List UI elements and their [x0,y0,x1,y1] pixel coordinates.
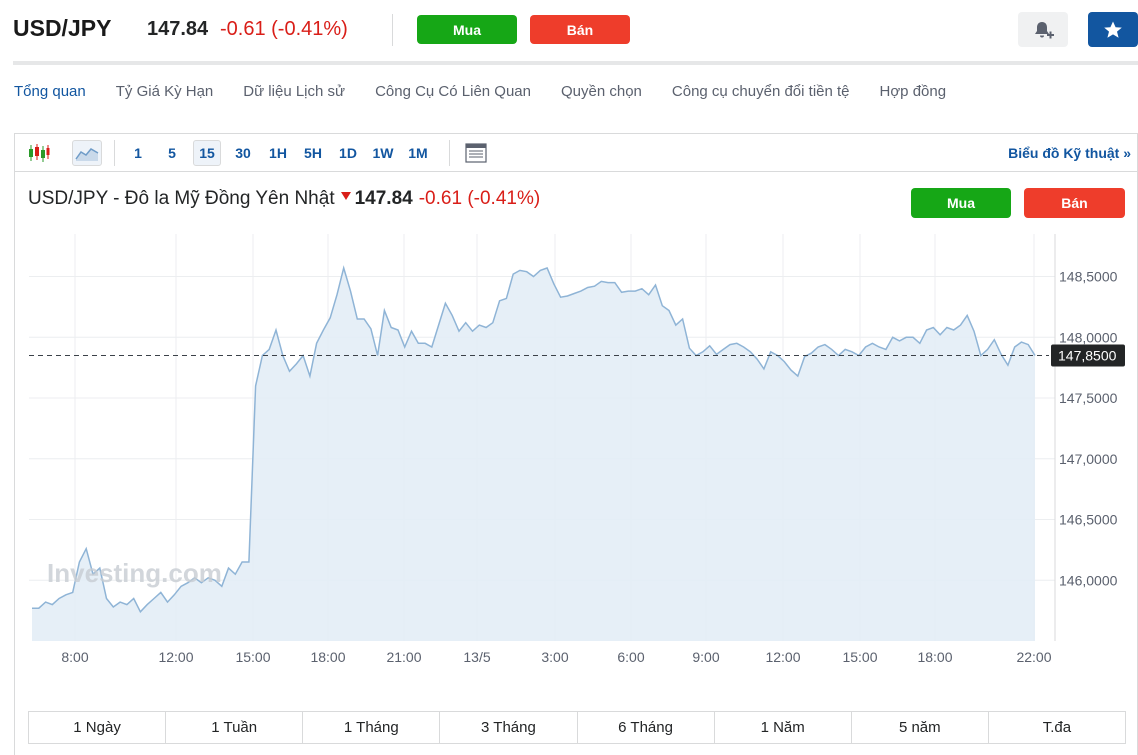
tab-forward-rates[interactable]: Tỷ Giá Kỳ Hạn [116,83,214,107]
chart-title: USD/JPY - Đô la Mỹ Đồng Yên Nhật 147.84 -0… [28,188,540,210]
timeframe-1w[interactable]: 1W [368,140,398,166]
x-tick-label: 15:00 [842,649,877,665]
tab-currency-converter[interactable]: Công cụ chuyển đổi tiền tệ [672,83,850,107]
timeframe-1d[interactable]: 1D [334,140,362,166]
x-tick-label: 8:00 [61,649,88,665]
y-tick-label: 148,5000 [1059,269,1118,285]
x-tick-label: 13/5 [463,649,490,665]
bell-plus-icon [1035,21,1054,38]
y-tick-label: 148,0000 [1059,329,1118,345]
down-arrow-icon [340,191,351,200]
range-3-months[interactable]: 3 Tháng [440,712,578,743]
chart-instrument-name: USD/JPY - Đô la Mỹ Đồng Yên Nhật [28,188,335,209]
add-alert-button[interactable] [1018,12,1068,47]
candlestick-chart-button[interactable] [25,140,53,166]
chart-sell-button[interactable]: Bán [1024,188,1125,218]
data-table-button[interactable] [462,140,490,166]
tab-options[interactable]: Quyền chọn [561,83,642,107]
tab-related-instruments[interactable]: Công Cụ Có Liên Quan [375,83,531,107]
price-change: -0.61 (-0.41%) [220,18,348,40]
current-price-label: 147,8500 [1058,347,1117,363]
tab-historical-data[interactable]: Dữ liệu Lịch sử [243,83,345,107]
timeframe-5[interactable]: 5 [160,140,184,166]
x-tick-label: 15:00 [235,649,270,665]
x-tick-label: 18:00 [310,649,345,665]
quote-header: USD/JPY 147.84 -0.61 (-0.41%) Mua Bán [0,0,1138,65]
tab-contracts[interactable]: Hợp đồng [880,83,947,107]
symbol-title: USD/JPY [13,15,112,41]
range-1-month[interactable]: 1 Tháng [303,712,441,743]
chart-price: 147.84 [354,188,413,209]
tab-overview[interactable]: Tổng quan [14,83,86,107]
range-1-day[interactable]: 1 Ngày [29,712,167,743]
area-chart-icon [75,148,99,161]
sell-button[interactable]: Bán [530,15,630,44]
toolbar-divider [114,140,115,166]
timeframe-5h[interactable]: 5H [299,140,327,166]
y-tick-label: 146,0000 [1059,572,1118,588]
range-1-year[interactable]: 1 Năm [715,712,852,743]
x-tick-label: 3:00 [541,649,568,665]
star-icon [1104,21,1122,38]
x-tick-label: 9:00 [692,649,719,665]
chart-change: -0.61 (-0.41%) [418,188,541,209]
investing-watermark: Investing.com [47,558,222,588]
timeframe-1m[interactable]: 1M [404,140,432,166]
timeframe-15[interactable]: 15 [193,140,221,166]
price-chart[interactable]: Investing.com 146,0000 146,5000 147,0000 147… [15,224,1137,674]
header-divider [392,14,393,46]
y-tick-label: 147,0000 [1059,451,1118,467]
watchlist-button[interactable] [1088,12,1138,47]
chart-toolbar: 1 5 15 30 1H 5H 1D 1W 1M Biểu đồ Kỹ thuậ… [15,134,1138,172]
y-tick-label: 146,5000 [1059,512,1118,528]
x-tick-label: 18:00 [917,649,952,665]
x-tick-label: 21:00 [386,649,421,665]
technical-chart-link[interactable]: Biểu đồ Kỹ thuật » [1008,145,1131,161]
chart-buy-button[interactable]: Mua [911,188,1011,218]
toolbar-divider [449,140,450,166]
chart-panel: 1 5 15 30 1H 5H 1D 1W 1M Biểu đồ Kỹ thuậ… [14,133,1138,755]
area-chart-button[interactable] [72,140,102,166]
header-divider-line [13,61,1138,65]
range-1-week[interactable]: 1 Tuần [166,712,304,743]
last-price: 147.84 [147,18,209,40]
timeframe-1h[interactable]: 1H [264,140,292,166]
y-tick-label: 147,5000 [1059,390,1118,406]
range-selector: 1 Ngày 1 Tuần 1 Tháng 3 Tháng 6 Tháng 1 … [28,711,1126,744]
timeframe-30[interactable]: 30 [229,140,257,166]
candlestick-icon [29,144,50,162]
x-tick-label: 22:00 [1016,649,1051,665]
range-max[interactable]: T.đa [989,712,1125,743]
timeframe-1[interactable]: 1 [126,140,150,166]
x-tick-label: 6:00 [617,649,644,665]
range-5-years[interactable]: 5 năm [852,712,989,743]
table-icon [465,143,487,163]
instrument-tabs: Tổng quan Tỷ Giá Kỳ Hạn Dữ liệu Lịch sử … [14,83,976,107]
range-6-months[interactable]: 6 Tháng [578,712,715,743]
buy-button[interactable]: Mua [417,15,517,44]
x-tick-label: 12:00 [765,649,800,665]
x-tick-label: 12:00 [158,649,193,665]
